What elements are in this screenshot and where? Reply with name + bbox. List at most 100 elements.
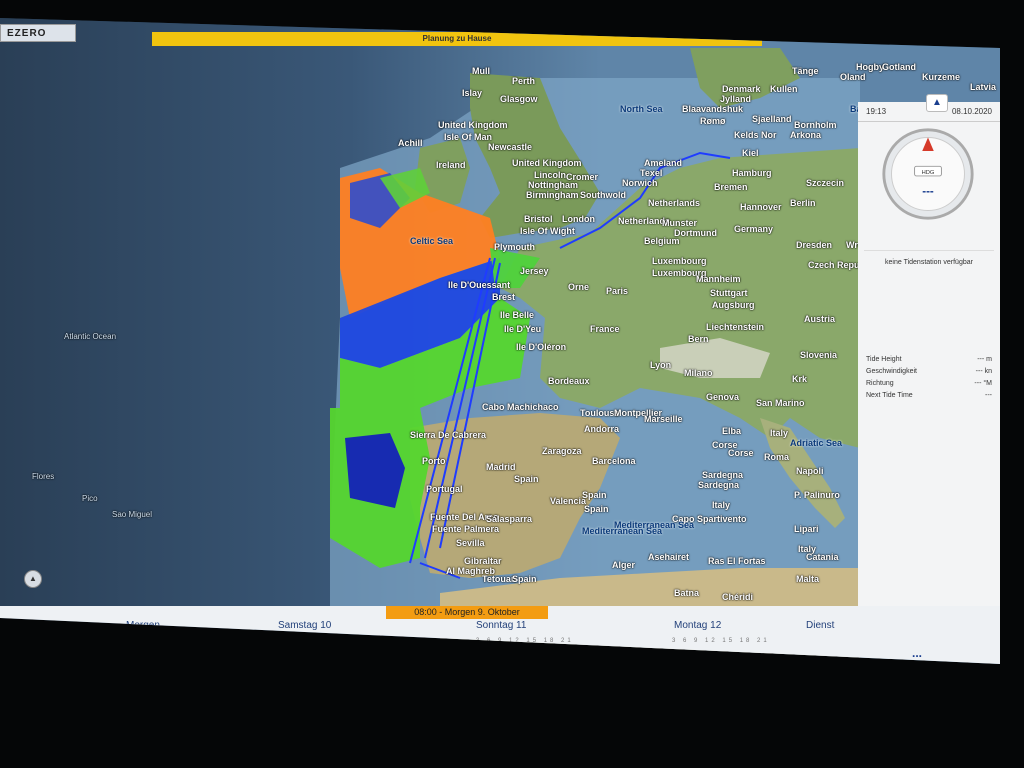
- map-label: Hogby: [856, 62, 884, 72]
- map-label: Ile Belle: [500, 310, 535, 320]
- map-label: Dresden: [796, 240, 833, 250]
- map-label: London: [562, 214, 595, 224]
- map-label: Spain: [584, 504, 609, 514]
- map-label: Arkona: [790, 130, 822, 140]
- panel-time: 19:13: [866, 107, 887, 116]
- tide-direction-value: --- °M: [974, 380, 992, 387]
- nautical-map[interactable]: [0, 18, 1000, 664]
- map-label: Italy: [712, 500, 731, 510]
- current-time-badge: 08:00 - Morgen 9. Oktober: [386, 606, 548, 619]
- map-label: Flores: [32, 472, 55, 481]
- map-label: Mull: [472, 66, 490, 76]
- map-label: Zaragoza: [542, 446, 582, 456]
- map-label: Bordeaux: [548, 376, 590, 386]
- map-label: Sardegna: [698, 480, 740, 490]
- map-label: Gotland: [882, 62, 916, 72]
- map-label: Malta: [796, 574, 820, 584]
- map-label: Krk: [792, 374, 808, 384]
- day-label-montag[interactable]: Montag 12: [674, 620, 721, 631]
- map-label: Isle Of Man: [444, 132, 493, 142]
- timeline-bar[interactable]: 08:00 - Morgen 9. Oktober ▶ ⏭ Morgen Sam…: [0, 606, 1000, 664]
- map-label: Milano: [684, 368, 713, 378]
- hour-ticks: 3 6 9 12 15 18 21: [672, 638, 770, 644]
- map-label: Dortmund: [674, 228, 717, 238]
- map-label: Stuttgart: [710, 288, 748, 298]
- map-label: San Marino: [756, 398, 805, 408]
- map-label: Ile D'Yeu: [504, 324, 542, 334]
- map-label: Achill: [398, 138, 423, 148]
- map-label: Ireland: [436, 160, 466, 170]
- map-label: Denmark: [722, 84, 761, 94]
- map-label: Paris: [606, 286, 629, 296]
- more-options-button[interactable]: ...: [912, 646, 922, 660]
- compass-value: ---: [922, 186, 934, 198]
- day-label-sonntag[interactable]: Sonntag 11: [476, 620, 526, 631]
- map-label: Augsburg: [712, 300, 755, 310]
- skip-forward-icon[interactable]: ⏭: [28, 622, 46, 640]
- map-label: Isle Of Wight: [520, 226, 575, 236]
- map-label: Roma: [764, 452, 790, 462]
- hour-ticks: 3 6 9 12 15 18 21: [86, 638, 184, 644]
- map-label: Andorra: [584, 424, 620, 434]
- map-label: Adriatic Sea: [790, 438, 843, 448]
- map-label: Luxembourg: [652, 256, 707, 266]
- map-label: Brest: [492, 292, 516, 302]
- map-label: Celtic Sea: [410, 236, 454, 246]
- north-up-button[interactable]: ▲: [24, 570, 42, 588]
- map-label: P. Palinuro: [794, 490, 840, 500]
- map-label: Mediterranean Sea: [582, 526, 663, 536]
- map-label: Bremen: [714, 182, 748, 192]
- panel-date: 08.10.2020: [951, 107, 992, 116]
- map-label: Nottingham: [528, 180, 578, 190]
- map-label: Spain: [514, 474, 539, 484]
- map-label: Ameland: [644, 158, 683, 168]
- day-label-dienstag[interactable]: Dienst: [806, 620, 834, 631]
- map-label: Fuente Palmera: [432, 524, 500, 534]
- map-label: Blaavandshuk: [682, 104, 744, 114]
- svg-text:N: N: [925, 142, 931, 151]
- map-label: Kurzeme: [922, 72, 961, 82]
- tide-station-message: keine Tidenstation verfügbar: [864, 250, 994, 266]
- map-label: Sierra De Cabrera: [410, 430, 487, 440]
- map-label: Ras El Fortas: [708, 556, 766, 566]
- next-tide-value: ---: [985, 392, 992, 399]
- map-label: Porto: [422, 456, 446, 466]
- map-label: Southwold: [580, 190, 626, 200]
- map-label: Spain: [582, 490, 607, 500]
- map-label: Birmingham: [526, 190, 579, 200]
- tide-speed-label: Geschwindigkeit: [866, 368, 917, 375]
- map-label: France: [590, 324, 620, 334]
- collapse-panel-button[interactable]: ▲: [926, 94, 948, 112]
- map-label: Kullen: [770, 84, 798, 94]
- compass-label: HDG: [922, 170, 935, 176]
- map-label: Mannheim: [696, 274, 741, 284]
- map-label: Latvia: [970, 82, 997, 92]
- map-label: Portugal: [426, 484, 463, 494]
- map-label: Orne: [568, 282, 590, 292]
- map-label: Marseille: [644, 414, 683, 424]
- tide-row: Geschwindigkeit --- kn: [866, 368, 992, 375]
- day-label-samstag[interactable]: Samstag 10: [278, 620, 331, 631]
- map-label: Catania: [806, 552, 839, 562]
- map-label: Liechtenstein: [706, 322, 765, 332]
- compass-icon: N HDG ---: [882, 128, 974, 220]
- map-label: Kelds Nor: [734, 130, 777, 140]
- map-label: Germany: [734, 224, 774, 234]
- tide-row: Tide Height --- m: [866, 356, 992, 363]
- monitor-photo: Mull Perth Islay Glasgow United Kingdom Isle …: [0, 0, 1024, 768]
- day-label-morgen[interactable]: Morgen: [126, 620, 160, 631]
- map-label: Czech Repu: [808, 260, 860, 270]
- map-label: Valencia: [550, 496, 587, 506]
- map-label: Hannover: [740, 202, 782, 212]
- app-logo[interactable]: EZERO: [0, 24, 76, 42]
- planning-mode-banner: Planung zu Hause: [152, 32, 762, 46]
- map-label: Rømø: [700, 116, 726, 126]
- tide-row: Richtung --- °M: [866, 380, 992, 387]
- map-label: Sao Miguel: [112, 510, 153, 519]
- map-label: Bornholm: [794, 120, 837, 130]
- map-label: Lipari: [794, 524, 819, 534]
- map-label: Berlin: [790, 198, 816, 208]
- tide-height-label: Tide Height: [866, 356, 902, 363]
- play-icon[interactable]: ▶: [6, 622, 24, 640]
- map-label: Lincoln: [534, 170, 566, 180]
